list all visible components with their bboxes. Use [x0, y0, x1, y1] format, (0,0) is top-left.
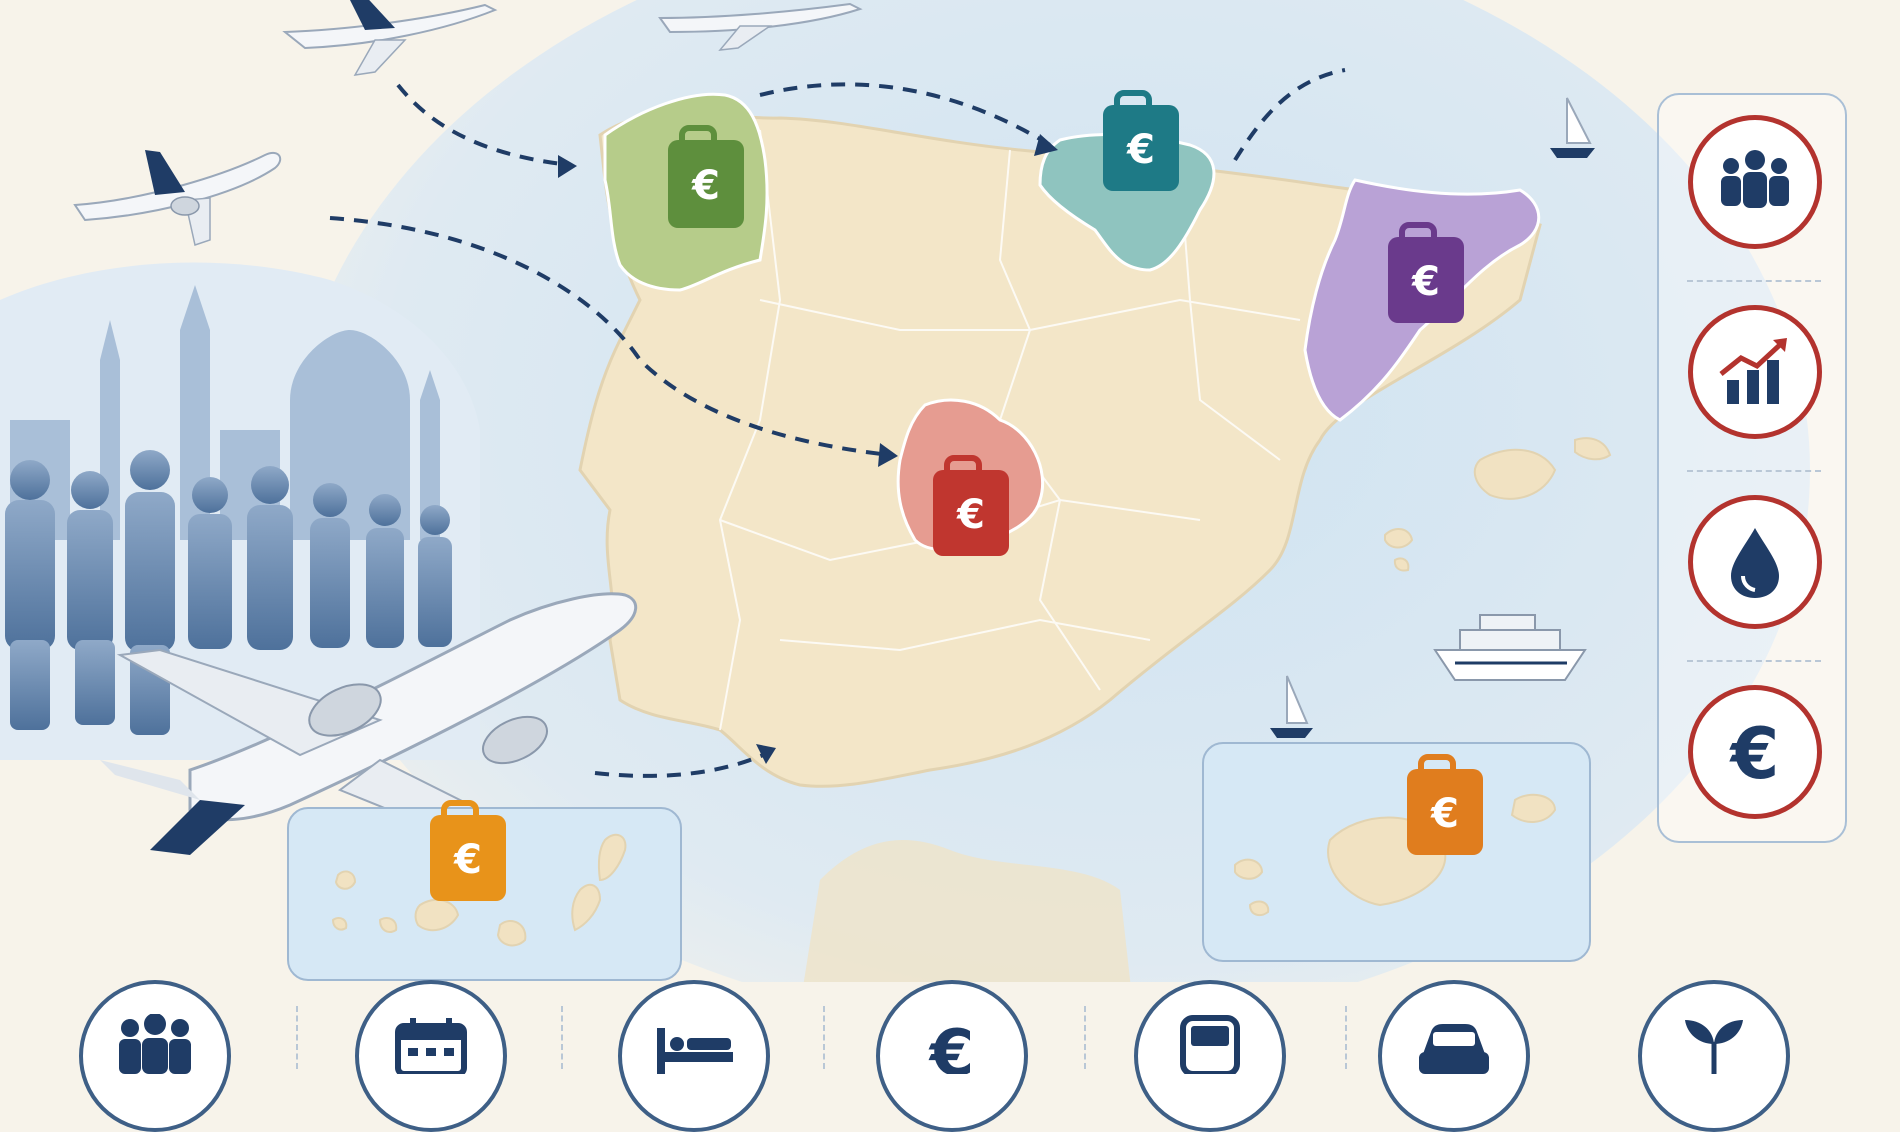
separator — [561, 1006, 563, 1069]
currency-symbol: € — [956, 492, 985, 538]
separator — [1687, 280, 1821, 282]
calendar-icon — [355, 980, 507, 1132]
tourism-map-illustration: € € € € € € — [0, 0, 1900, 1069]
currency-symbol: € — [1126, 127, 1155, 173]
balearic-islands-badge: € — [1407, 754, 1483, 855]
people-group-icon — [79, 980, 231, 1132]
galicia-badge: € — [668, 125, 744, 228]
currency-symbol: € — [1430, 791, 1459, 837]
sprout-icon — [1638, 980, 1790, 1132]
people-group-icon — [1688, 115, 1822, 249]
madrid-badge: € — [933, 455, 1009, 556]
bed-icon — [618, 980, 770, 1132]
growth-chart-icon — [1688, 305, 1822, 439]
separator — [1084, 1006, 1086, 1069]
car-icon — [1378, 980, 1530, 1132]
currency-symbol: € — [453, 837, 482, 883]
euro-symbol: € — [1729, 713, 1780, 795]
catalonia-badge: € — [1388, 222, 1464, 323]
side-icon-panel: € — [1657, 93, 1847, 843]
canary-islands-badge: € — [430, 800, 506, 901]
water-drop-icon — [1688, 495, 1822, 629]
separator — [823, 1006, 825, 1069]
euro-symbol: € — [928, 1017, 975, 1074]
currency-symbol: € — [691, 163, 720, 209]
separator — [296, 1006, 298, 1069]
bottom-icon-row: € — [0, 980, 1900, 1132]
currency-symbol: € — [1411, 259, 1440, 305]
euro-icon: € — [876, 980, 1028, 1132]
basque-country-badge: € — [1103, 90, 1179, 191]
bus-icon — [1134, 980, 1286, 1132]
separator — [1687, 660, 1821, 662]
separator — [1687, 470, 1821, 472]
separator — [1345, 1006, 1347, 1069]
euro-icon: € — [1688, 685, 1822, 819]
